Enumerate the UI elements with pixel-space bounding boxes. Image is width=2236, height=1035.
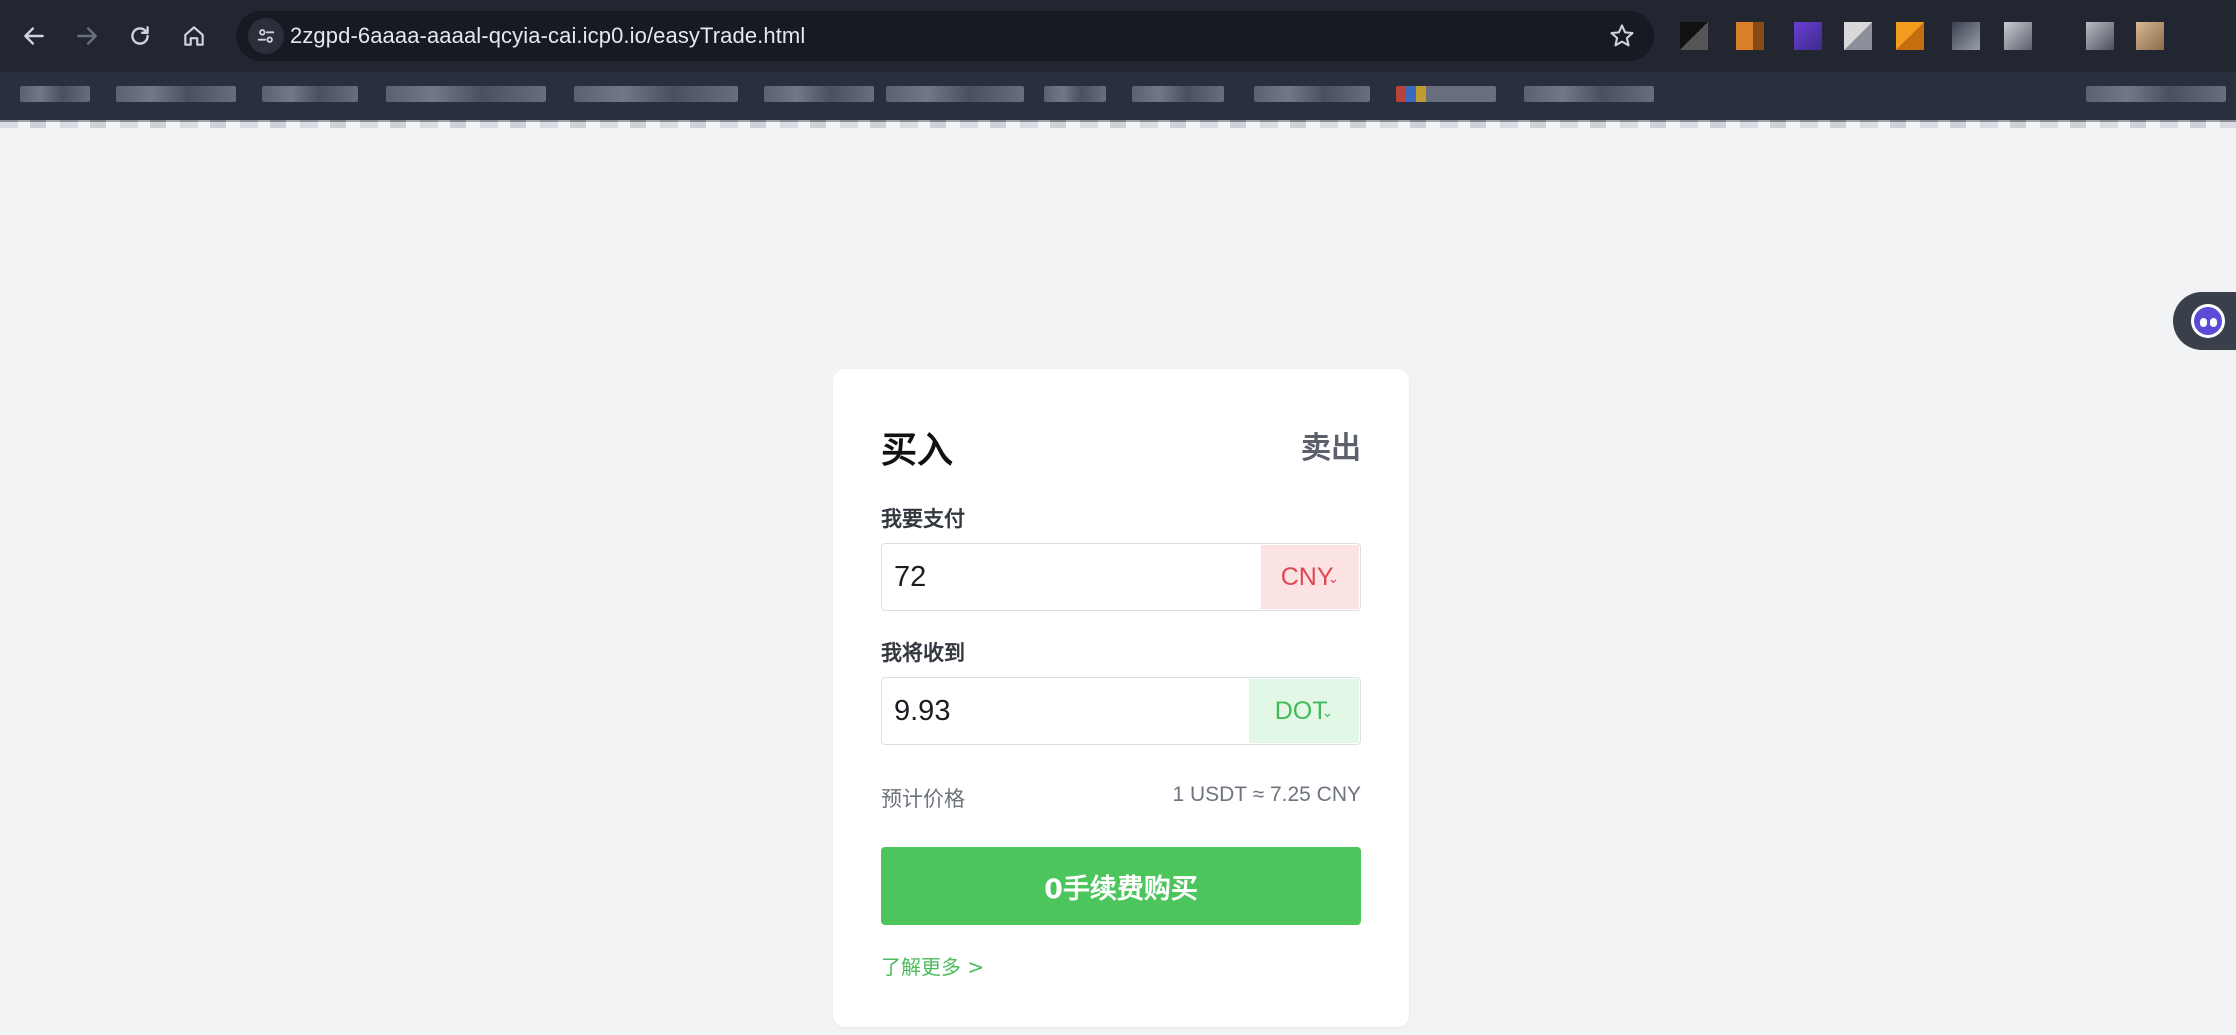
extension-icon[interactable]: [1680, 22, 1708, 50]
bookmark-item[interactable]: [1044, 86, 1106, 102]
bot-icon: [2191, 304, 2225, 338]
tab-sell[interactable]: 卖出: [1301, 423, 1361, 467]
arrow-left-icon: [24, 27, 44, 45]
forward-button[interactable]: [65, 14, 109, 58]
chevron-down-icon: ⌄: [1321, 703, 1334, 720]
receive-field: DOT ⌄: [881, 677, 1361, 745]
bookmark-item[interactable]: [574, 86, 738, 102]
bookmark-item[interactable]: [886, 86, 1024, 102]
chevron-down-icon: ⌄: [1327, 569, 1340, 586]
url-text[interactable]: 2zgpd-6aaaa-aaaal-qcyia-cai.icp0.io/easy…: [290, 23, 805, 49]
pay-field: CNY ⌄: [881, 543, 1361, 611]
extension-icon[interactable]: [1844, 22, 1872, 50]
extension-icon[interactable]: [1794, 22, 1822, 50]
obscured-strip: [0, 120, 2236, 128]
estimated-price-value: 1 USDT ≈ 7.25 CNY: [1172, 783, 1361, 806]
tab-buy[interactable]: 买入: [881, 421, 953, 473]
reload-button[interactable]: [118, 14, 162, 58]
receive-currency-select[interactable]: DOT ⌄: [1249, 679, 1359, 743]
learn-more-link[interactable]: 了解更多 >: [881, 951, 984, 980]
bookmark-item[interactable]: [1396, 86, 1496, 102]
estimated-price-row: 预计价格 1 USDT ≈ 7.25 CNY: [881, 783, 1361, 813]
bookmark-item[interactable]: [262, 86, 358, 102]
bookmark-item[interactable]: [116, 86, 236, 102]
floating-assistant-button[interactable]: [2173, 292, 2236, 350]
receive-currency-label: DOT: [1274, 696, 1328, 725]
extension-icon[interactable]: [1736, 22, 1764, 50]
extension-icon[interactable]: [2086, 22, 2114, 50]
site-info-button[interactable]: [248, 18, 284, 54]
bookmark-item[interactable]: [1132, 86, 1224, 102]
arrow-right-icon: [77, 27, 97, 45]
home-icon: [184, 26, 204, 46]
reload-icon: [131, 26, 149, 45]
buy-button[interactable]: 0手续费购买: [881, 847, 1361, 925]
pay-currency-label: CNY: [1280, 562, 1334, 591]
bookmark-item[interactable]: [1254, 86, 1370, 102]
tune-icon: [257, 29, 275, 43]
estimated-price-label: 预计价格: [881, 787, 965, 811]
extension-icon[interactable]: [1952, 22, 1980, 50]
bookmark-item[interactable]: [386, 86, 546, 102]
extension-icon[interactable]: [2004, 22, 2032, 50]
bookmark-item[interactable]: [2086, 86, 2226, 102]
receive-amount-input[interactable]: [894, 688, 1254, 734]
bookmark-item[interactable]: [764, 86, 874, 102]
extension-icon[interactable]: [1896, 22, 1924, 50]
home-button[interactable]: [172, 14, 216, 58]
address-bar[interactable]: 2zgpd-6aaaa-aaaal-qcyia-cai.icp0.io/easy…: [236, 11, 1654, 61]
star-icon[interactable]: [1608, 22, 1636, 50]
pay-amount-input[interactable]: [894, 554, 1254, 600]
pay-currency-select[interactable]: CNY ⌄: [1261, 545, 1359, 609]
back-button[interactable]: [12, 14, 56, 58]
bookmark-item[interactable]: [1524, 86, 1654, 102]
browser-toolbar: 2zgpd-6aaaa-aaaal-qcyia-cai.icp0.io/easy…: [0, 0, 2236, 72]
pay-label: 我要支付: [881, 507, 965, 531]
profile-avatar[interactable]: [2136, 22, 2164, 50]
trade-card: 买入 卖出 我要支付 CNY ⌄ 我将收到 DOT ⌄ 预计价格 1 USDT …: [833, 369, 1409, 1027]
bookmark-item[interactable]: [20, 86, 90, 102]
receive-label: 我将收到: [881, 641, 965, 665]
